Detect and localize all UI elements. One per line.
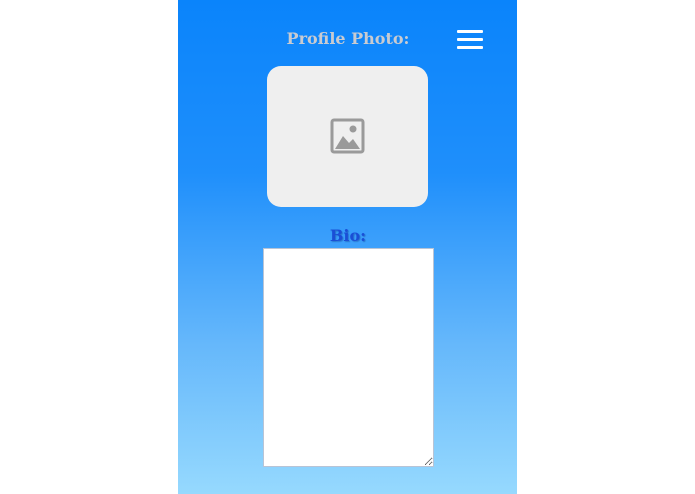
bio-label: Bio: (329, 226, 367, 245)
profile-photo-heading: Profile Photo: (286, 29, 410, 48)
profile-screen: Profile Photo: Bio: (178, 0, 517, 494)
image-placeholder-icon (330, 118, 365, 154)
menu-line-middle (457, 38, 483, 41)
menu-line-top (457, 30, 483, 33)
hamburger-menu-icon[interactable] (455, 28, 485, 52)
bio-textarea[interactable] (263, 248, 434, 467)
profile-photo-upload[interactable] (267, 66, 428, 207)
menu-line-bottom (457, 46, 483, 49)
